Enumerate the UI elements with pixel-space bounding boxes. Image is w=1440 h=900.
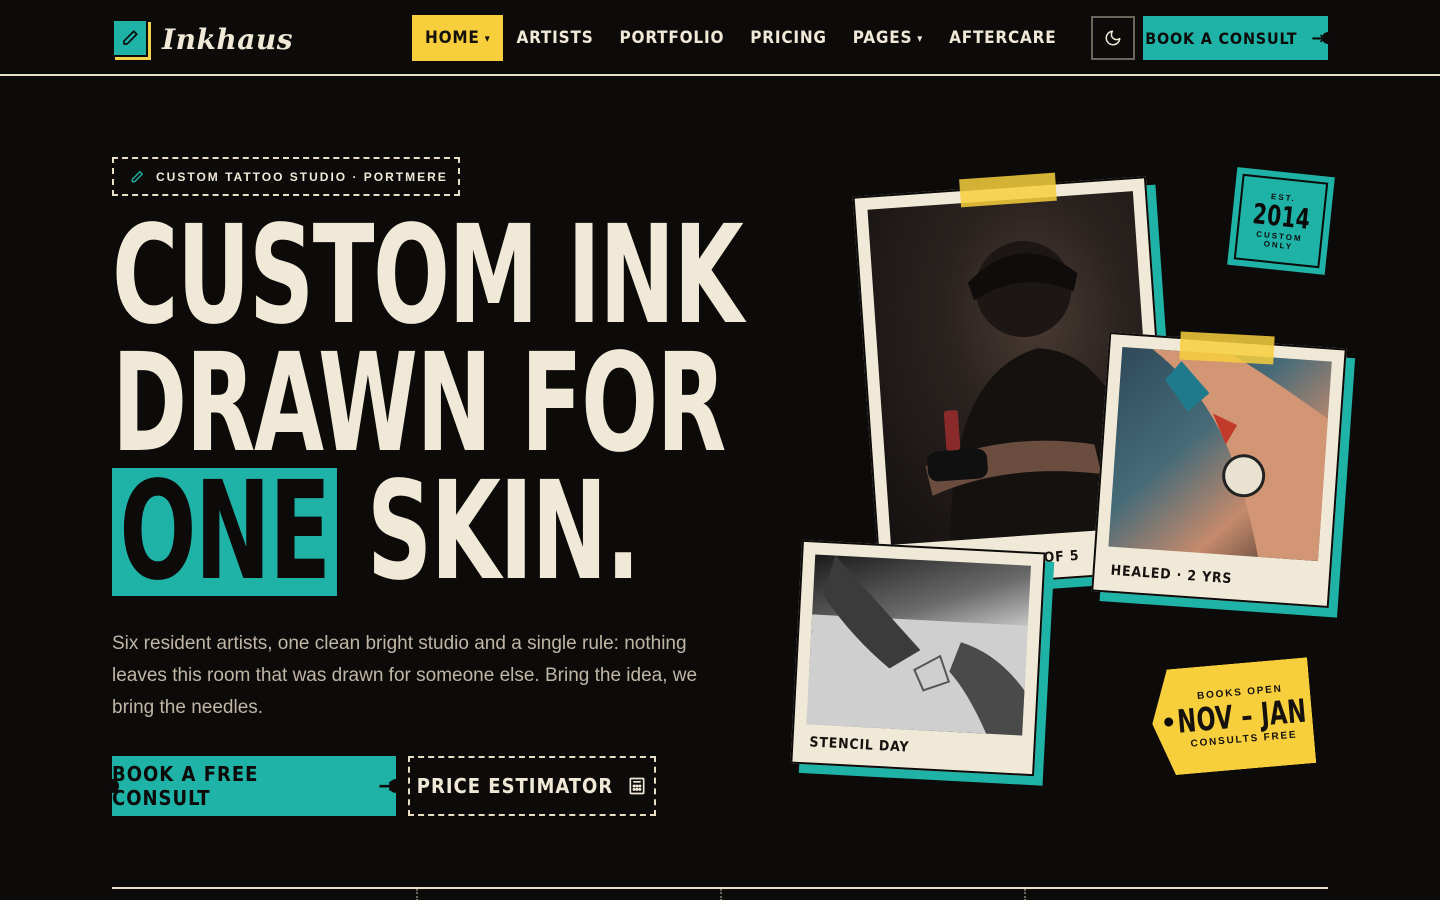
nav-item-label: Portfolio (619, 28, 725, 48)
nav-item-pages[interactable]: Pages ▾ (840, 15, 936, 61)
headline-line-3: One Skin. (112, 464, 742, 600)
established-badge: EST. 2014 CUSTOM ONLY (1227, 167, 1335, 275)
nav-item-artists[interactable]: Artists (503, 15, 606, 61)
theme-toggle-button[interactable] (1091, 16, 1135, 60)
hero-headline: Custom Ink Drawn For One Skin. (112, 197, 964, 600)
polaroid-caption: Stencil Day (809, 734, 910, 756)
headline-highlight: One (112, 464, 337, 600)
headline-line-1: Custom Ink (112, 197, 744, 355)
nav-item-label: Artists (516, 28, 594, 48)
polaroid-caption: Healed · 2 yrs (1110, 562, 1233, 588)
logo-mark (112, 19, 151, 60)
brand-name: Inkhaus (162, 22, 293, 56)
book-free-consult-button[interactable]: Book a Free Consult → (105, 756, 403, 816)
polaroid-healed-tattoo: Healed · 2 yrs (1091, 332, 1347, 608)
healed-arm-photo (1108, 346, 1332, 562)
main-menu: Home ▾ Artists Portfolio Pricing Pages ▾… (412, 15, 1070, 61)
hero-tag: CUSTOM TATTOO STUDIO · PORTMERE (112, 157, 460, 196)
nav-item-label: Home (425, 28, 480, 48)
nav-item-portfolio[interactable]: Portfolio (607, 15, 738, 61)
nav-item-label: Pricing (750, 28, 827, 48)
divider-tick (720, 889, 722, 900)
price-estimator-label: Price Estimator (416, 774, 614, 798)
book-consult-label: Book a Consult (1145, 28, 1298, 48)
nav-item-label: Aftercare (949, 28, 1057, 48)
hero-tag-text: CUSTOM TATTOO STUDIO · PORTMERE (156, 169, 448, 184)
books-open-tag: BOOKS OPEN NOV – JAN CONSULTS FREE (1148, 657, 1317, 777)
nav-item-label: Pages (852, 28, 913, 48)
est-sub-2: ONLY (1263, 238, 1294, 251)
hero-lead: Six resident artists, one clean bright s… (112, 633, 698, 718)
divider-tick (1024, 889, 1026, 900)
headline-line-2: Drawn For (112, 325, 726, 483)
divider-tick (416, 889, 418, 900)
polaroid-stencil-day: Stencil Day (790, 539, 1046, 777)
book-free-consult-label: Book a Free Consult (112, 762, 259, 810)
tape-strip (1179, 331, 1275, 365)
headline-line-3-rest: Skin. (366, 453, 640, 611)
calculator-icon (629, 777, 645, 795)
nav-item-pricing[interactable]: Pricing (737, 15, 840, 61)
book-consult-button[interactable]: Book a Consult → (1143, 16, 1334, 60)
stencil-drawing-photo (806, 554, 1031, 736)
top-navbar: Inkhaus Home ▾ Artists Portfolio Pricing… (0, 0, 1440, 76)
pen-icon (131, 170, 143, 182)
chevron-down-icon: ▾ (917, 31, 924, 45)
chevron-down-icon: ▾ (484, 31, 491, 45)
est-year: 2014 (1251, 196, 1312, 236)
nav-item-home[interactable]: Home ▾ (412, 15, 504, 61)
moon-icon (1105, 30, 1121, 46)
nav-item-aftercare[interactable]: Aftercare (936, 15, 1069, 61)
price-estimator-button[interactable]: Price Estimator (408, 756, 656, 816)
brand-logo[interactable]: Inkhaus (112, 19, 293, 60)
pen-icon (123, 30, 138, 45)
